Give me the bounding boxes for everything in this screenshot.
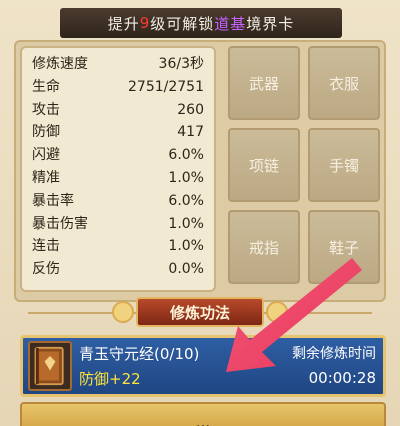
ring-slot[interactable]: 戒指 (228, 210, 300, 284)
stat-label: 攻击 (32, 101, 60, 118)
stat-label: 闪避 (32, 147, 60, 164)
stat-row-dodge: 闪避 6.0% (32, 144, 204, 167)
banner-middle: 级可解锁 (150, 14, 215, 33)
clothes-slot[interactable]: 衣服 (308, 46, 380, 120)
banner-prefix: 提升 (107, 14, 140, 33)
stat-label: 反伤 (32, 261, 60, 278)
stat-row-combo: 连击 1.0% (32, 235, 204, 258)
stat-row-crit-rate: 暴击率 6.0% (32, 190, 204, 213)
stat-row-crit-damage: 暴击伤害 1.0% (32, 213, 204, 236)
stat-value: 6.0% (168, 192, 204, 209)
section-title: 修炼功法 (136, 297, 264, 327)
stat-value: 2751/2751 (128, 78, 204, 95)
stat-label: 暴击伤害 (32, 215, 88, 232)
technique-effect: 防御+22 (79, 370, 141, 388)
stat-value: 1.0% (168, 169, 204, 186)
stat-value: 417 (177, 124, 204, 141)
stat-label: 连击 (32, 238, 60, 255)
stats-list: 修炼速度 36/3秒 生命 2751/2751 攻击 260 防御 417 闪避 6.0%… (20, 46, 216, 292)
cloud-ornament-right-icon (266, 301, 288, 323)
banner-level: 9 (139, 14, 151, 32)
banner-realm: 道基 (214, 14, 247, 33)
stat-value: 1.0% (168, 215, 204, 232)
stat-value: 36/3秒 (158, 56, 204, 72)
stat-row-attack: 攻击 260 (32, 99, 204, 122)
stat-label: 暴击率 (32, 192, 74, 209)
stat-label: 防御 (32, 124, 60, 141)
stat-value: 260 (177, 101, 204, 118)
scripture-book-icon (28, 341, 72, 391)
shoes-slot[interactable]: 鞋子 (308, 210, 380, 284)
stat-value: 6.0% (168, 147, 204, 164)
bottom-action-button[interactable]: ... (20, 402, 386, 426)
equipment-slots: 武器 衣服 项链 手镯 戒指 鞋子 (228, 46, 380, 292)
stat-label: 生命 (32, 78, 60, 95)
stat-label: 修炼速度 (32, 56, 88, 72)
banner-suffix: 境界卡 (246, 14, 295, 33)
stat-value: 1.0% (168, 238, 204, 255)
stat-row-hp: 生命 2751/2751 (32, 76, 204, 99)
stat-label: 精准 (32, 169, 60, 186)
unlock-banner: 提升 9 级可解锁 道基 境界卡 (60, 8, 342, 38)
stat-row-reflect: 反伤 0.0% (32, 258, 204, 281)
necklace-slot[interactable]: 项链 (228, 128, 300, 202)
weapon-slot[interactable]: 武器 (228, 46, 300, 120)
cloud-ornament-left-icon (112, 301, 134, 323)
technique-name: 青玉守元经(0/10) (79, 345, 200, 363)
remaining-time-value: 00:00:28 (308, 369, 376, 387)
stat-row-cultivation-speed: 修炼速度 36/3秒 (32, 53, 204, 76)
stat-row-defense: 防御 417 (32, 121, 204, 144)
bracelet-slot[interactable]: 手镯 (308, 128, 380, 202)
stat-value: 0.0% (168, 261, 204, 278)
remaining-time-label: 剩余修炼时间 (292, 346, 376, 362)
stat-row-accuracy: 精准 1.0% (32, 167, 204, 190)
